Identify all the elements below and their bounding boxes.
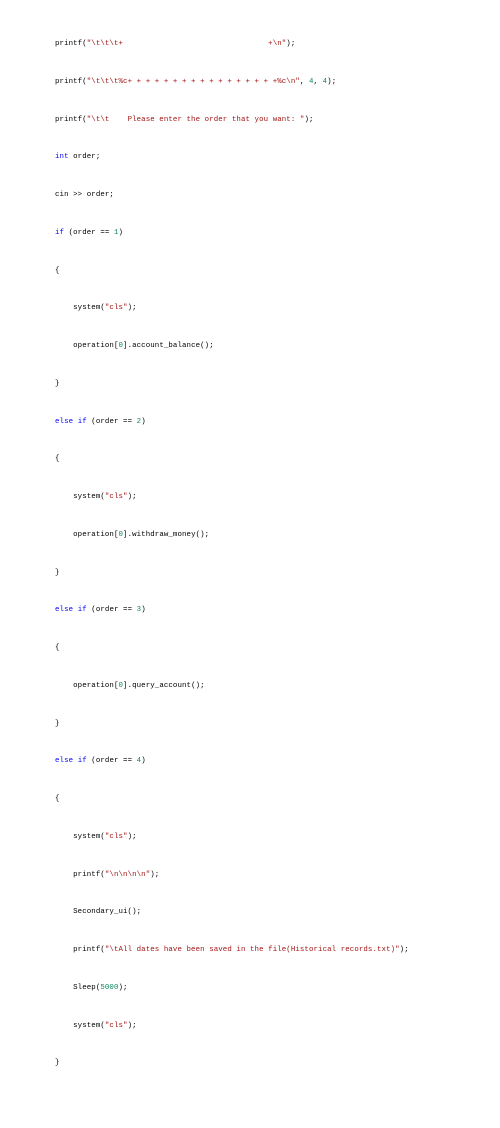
code-token: ].account_balance();	[123, 342, 214, 350]
code-token: (order ==	[64, 229, 114, 237]
code-token: "\t\t\t+ +\n"	[87, 40, 287, 48]
code-token: );	[128, 304, 137, 312]
code-token: system(	[55, 833, 105, 841]
code-token: if	[78, 757, 87, 765]
code-token: );	[119, 984, 128, 992]
code-token: }	[55, 1059, 60, 1067]
code-token: (order ==	[87, 606, 137, 614]
code-token: "cls"	[105, 493, 128, 501]
code-token: 5000	[100, 984, 118, 992]
code-token: "\t\t Please enter the order that you wa…	[87, 116, 305, 124]
code-token: ].query_account();	[123, 682, 205, 690]
code-token: );	[150, 871, 159, 879]
code-token: if	[55, 229, 64, 237]
code-token: "cls"	[105, 304, 128, 312]
code-token: );	[128, 833, 137, 841]
code-token: int	[55, 153, 69, 161]
code-token: cin >> order;	[55, 191, 114, 199]
code-token: printf(	[55, 40, 87, 48]
code-token: "\n\n\n\n"	[105, 871, 150, 879]
code-token: Secondary_ui();	[55, 908, 141, 916]
code-token: )	[141, 606, 146, 614]
code-token: );	[304, 116, 313, 124]
code-token: printf(	[55, 871, 105, 879]
code-token: "\tAll dates have been saved in the file…	[105, 946, 400, 954]
code-token: );	[128, 1022, 137, 1030]
code-token: else	[55, 606, 73, 614]
code-token: );	[400, 946, 409, 954]
code-token: }	[55, 569, 60, 577]
code-token: }	[55, 380, 60, 388]
code-token: system(	[55, 1022, 105, 1030]
code-token: );	[286, 40, 295, 48]
code-token: );	[327, 78, 336, 86]
code-token: printf(	[55, 116, 87, 124]
code-token: Sleep(	[55, 984, 100, 992]
code-token: system(	[55, 304, 105, 312]
code-token: if	[78, 606, 87, 614]
code-token: (order ==	[87, 757, 137, 765]
code-token: {	[55, 455, 60, 463]
code-token: "cls"	[105, 1022, 128, 1030]
code-token: operation[	[55, 682, 119, 690]
code-token: else	[55, 418, 73, 426]
code-token: order;	[69, 153, 101, 161]
code-token: {	[55, 795, 60, 803]
code-token: operation[	[55, 342, 119, 350]
code-token: printf(	[55, 946, 105, 954]
code-token: {	[55, 267, 60, 275]
code-token: )	[119, 229, 124, 237]
code-token: "\t\t\t%c+ + + + + + + + + + + + + + + +…	[87, 78, 300, 86]
code-token: if	[78, 418, 87, 426]
code-token: )	[141, 418, 146, 426]
code-token: "cls"	[105, 833, 128, 841]
code-token: printf(	[55, 78, 87, 86]
code-token: }	[55, 720, 60, 728]
code-token: ,	[300, 78, 309, 86]
code-token: else	[55, 757, 73, 765]
code-token: operation[	[55, 531, 119, 539]
source-code: printf("\t\t\t+ +\n"); printf("\t\t\t%c+…	[55, 40, 409, 1067]
code-token: {	[55, 644, 60, 652]
code-token: ,	[314, 78, 323, 86]
code-token: ].withdraw_money();	[123, 531, 209, 539]
code-token: )	[141, 757, 146, 765]
code-token: system(	[55, 493, 105, 501]
code-block: printf("\t\t\t+ +\n"); printf("\t\t\t%c+…	[0, 0, 500, 1073]
code-token: );	[128, 493, 137, 501]
code-token: (order ==	[87, 418, 137, 426]
